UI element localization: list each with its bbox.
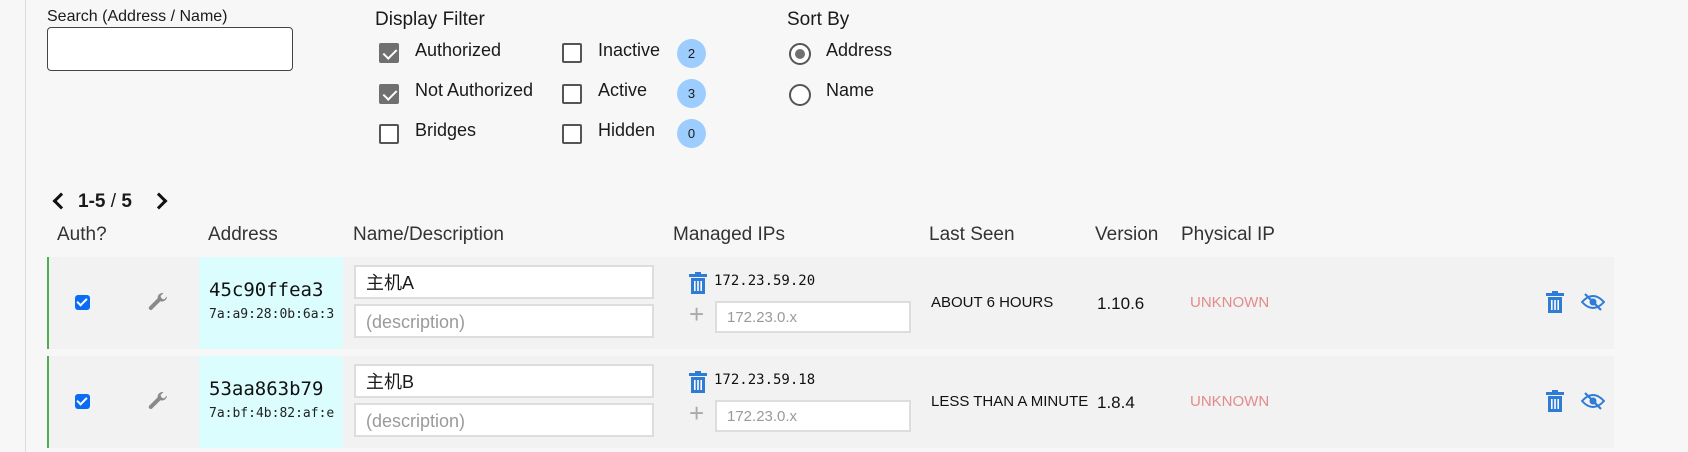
sort-name-label: Name [826, 80, 875, 100]
add-ip-input[interactable]: 172.23.0.x [715, 301, 911, 333]
chevron-left-icon[interactable] [52, 192, 70, 210]
inactive-count-badge: 2 [677, 39, 706, 68]
filter-not-authorized-label: Not Authorized [415, 80, 534, 100]
filter-authorized-label: Authorized [415, 40, 502, 60]
header-physical-ip: Physical IP [1181, 224, 1275, 245]
filter-not-authorized-checkbox[interactable] [379, 84, 399, 104]
description-input[interactable]: (description) [354, 304, 654, 338]
add-ip-input[interactable]: 172.23.0.x [715, 400, 911, 432]
eye-slash-icon[interactable] [1581, 292, 1605, 312]
sort-name-radio[interactable] [789, 84, 811, 106]
address-cell: 53aa863b79 7a:bf:4b:82:af:e [199, 356, 343, 448]
filter-hidden-label: Hidden [598, 120, 656, 140]
description-input[interactable]: (description) [354, 403, 654, 437]
version: 1.10.6 [1097, 294, 1145, 313]
managed-ip: 172.23.59.18 [714, 372, 816, 388]
version: 1.8.4 [1097, 393, 1135, 412]
trash-icon[interactable] [689, 272, 707, 294]
table-row: 45c90ffea3 7a:a9:28:0b:6a:3 主机A (descrip… [47, 257, 1614, 349]
plus-icon[interactable]: + [689, 400, 704, 426]
filter-inactive-label: Inactive [598, 40, 661, 60]
search-label: Search (Address / Name) [47, 8, 228, 25]
filter-active-checkbox[interactable] [562, 84, 582, 104]
name-input[interactable]: 主机A [354, 265, 654, 299]
filter-bridges-checkbox[interactable] [379, 124, 399, 144]
last-seen: ABOUT 6 HOURS [931, 294, 1054, 311]
wrench-icon[interactable] [146, 389, 170, 413]
table-row: 53aa863b79 7a:bf:4b:82:af:e 主机B (descrip… [47, 356, 1614, 448]
authorize-checkbox[interactable] [75, 394, 90, 409]
last-seen: LESS THAN A MINUTE [931, 393, 1089, 410]
left-border [25, 0, 26, 452]
pagination-separator: / [110, 191, 117, 212]
node-address: 45c90ffea3 [209, 279, 324, 301]
sort-by-title: Sort By [787, 9, 850, 30]
header-managed-ips: Managed IPs [673, 224, 785, 245]
chevron-right-icon[interactable] [150, 192, 168, 210]
filter-hidden-checkbox[interactable] [562, 124, 582, 144]
active-count-badge: 3 [677, 79, 706, 108]
hidden-count-badge: 0 [677, 119, 706, 148]
pagination-range: 1-5 [78, 191, 106, 212]
filter-inactive-checkbox[interactable] [562, 43, 582, 63]
node-mac: 7a:a9:28:0b:6a:3 [209, 307, 335, 322]
physical-ip: UNKNOWN [1190, 294, 1270, 311]
node-mac: 7a:bf:4b:82:af:e [209, 406, 335, 421]
trash-icon[interactable] [1546, 291, 1564, 313]
name-input[interactable]: 主机B [354, 364, 654, 398]
header-name-description: Name/Description [353, 224, 504, 245]
trash-icon[interactable] [1546, 390, 1564, 412]
node-address: 53aa863b79 [209, 378, 324, 400]
filter-active-label: Active [598, 80, 648, 100]
pagination: 1-5 / 5 [78, 191, 132, 213]
pagination-total: 5 [121, 191, 132, 212]
header-version: Version [1095, 224, 1159, 245]
physical-ip: UNKNOWN [1190, 393, 1270, 410]
header-auth: Auth? [57, 224, 107, 245]
wrench-icon[interactable] [146, 290, 170, 314]
filter-authorized-checkbox[interactable] [379, 43, 399, 63]
trash-icon[interactable] [689, 371, 707, 393]
address-cell: 45c90ffea3 7a:a9:28:0b:6a:3 [199, 257, 343, 349]
managed-ip: 172.23.59.20 [714, 273, 816, 289]
filter-bridges-label: Bridges [415, 120, 477, 140]
sort-address-radio[interactable] [789, 43, 811, 65]
authorize-checkbox[interactable] [75, 295, 90, 310]
header-address: Address [208, 224, 278, 245]
sort-address-label: Address [826, 40, 893, 60]
eye-slash-icon[interactable] [1581, 391, 1605, 411]
plus-icon[interactable]: + [689, 301, 704, 327]
header-last-seen: Last Seen [929, 224, 1015, 245]
search-input[interactable] [47, 27, 293, 71]
display-filter-title: Display Filter [375, 9, 485, 30]
